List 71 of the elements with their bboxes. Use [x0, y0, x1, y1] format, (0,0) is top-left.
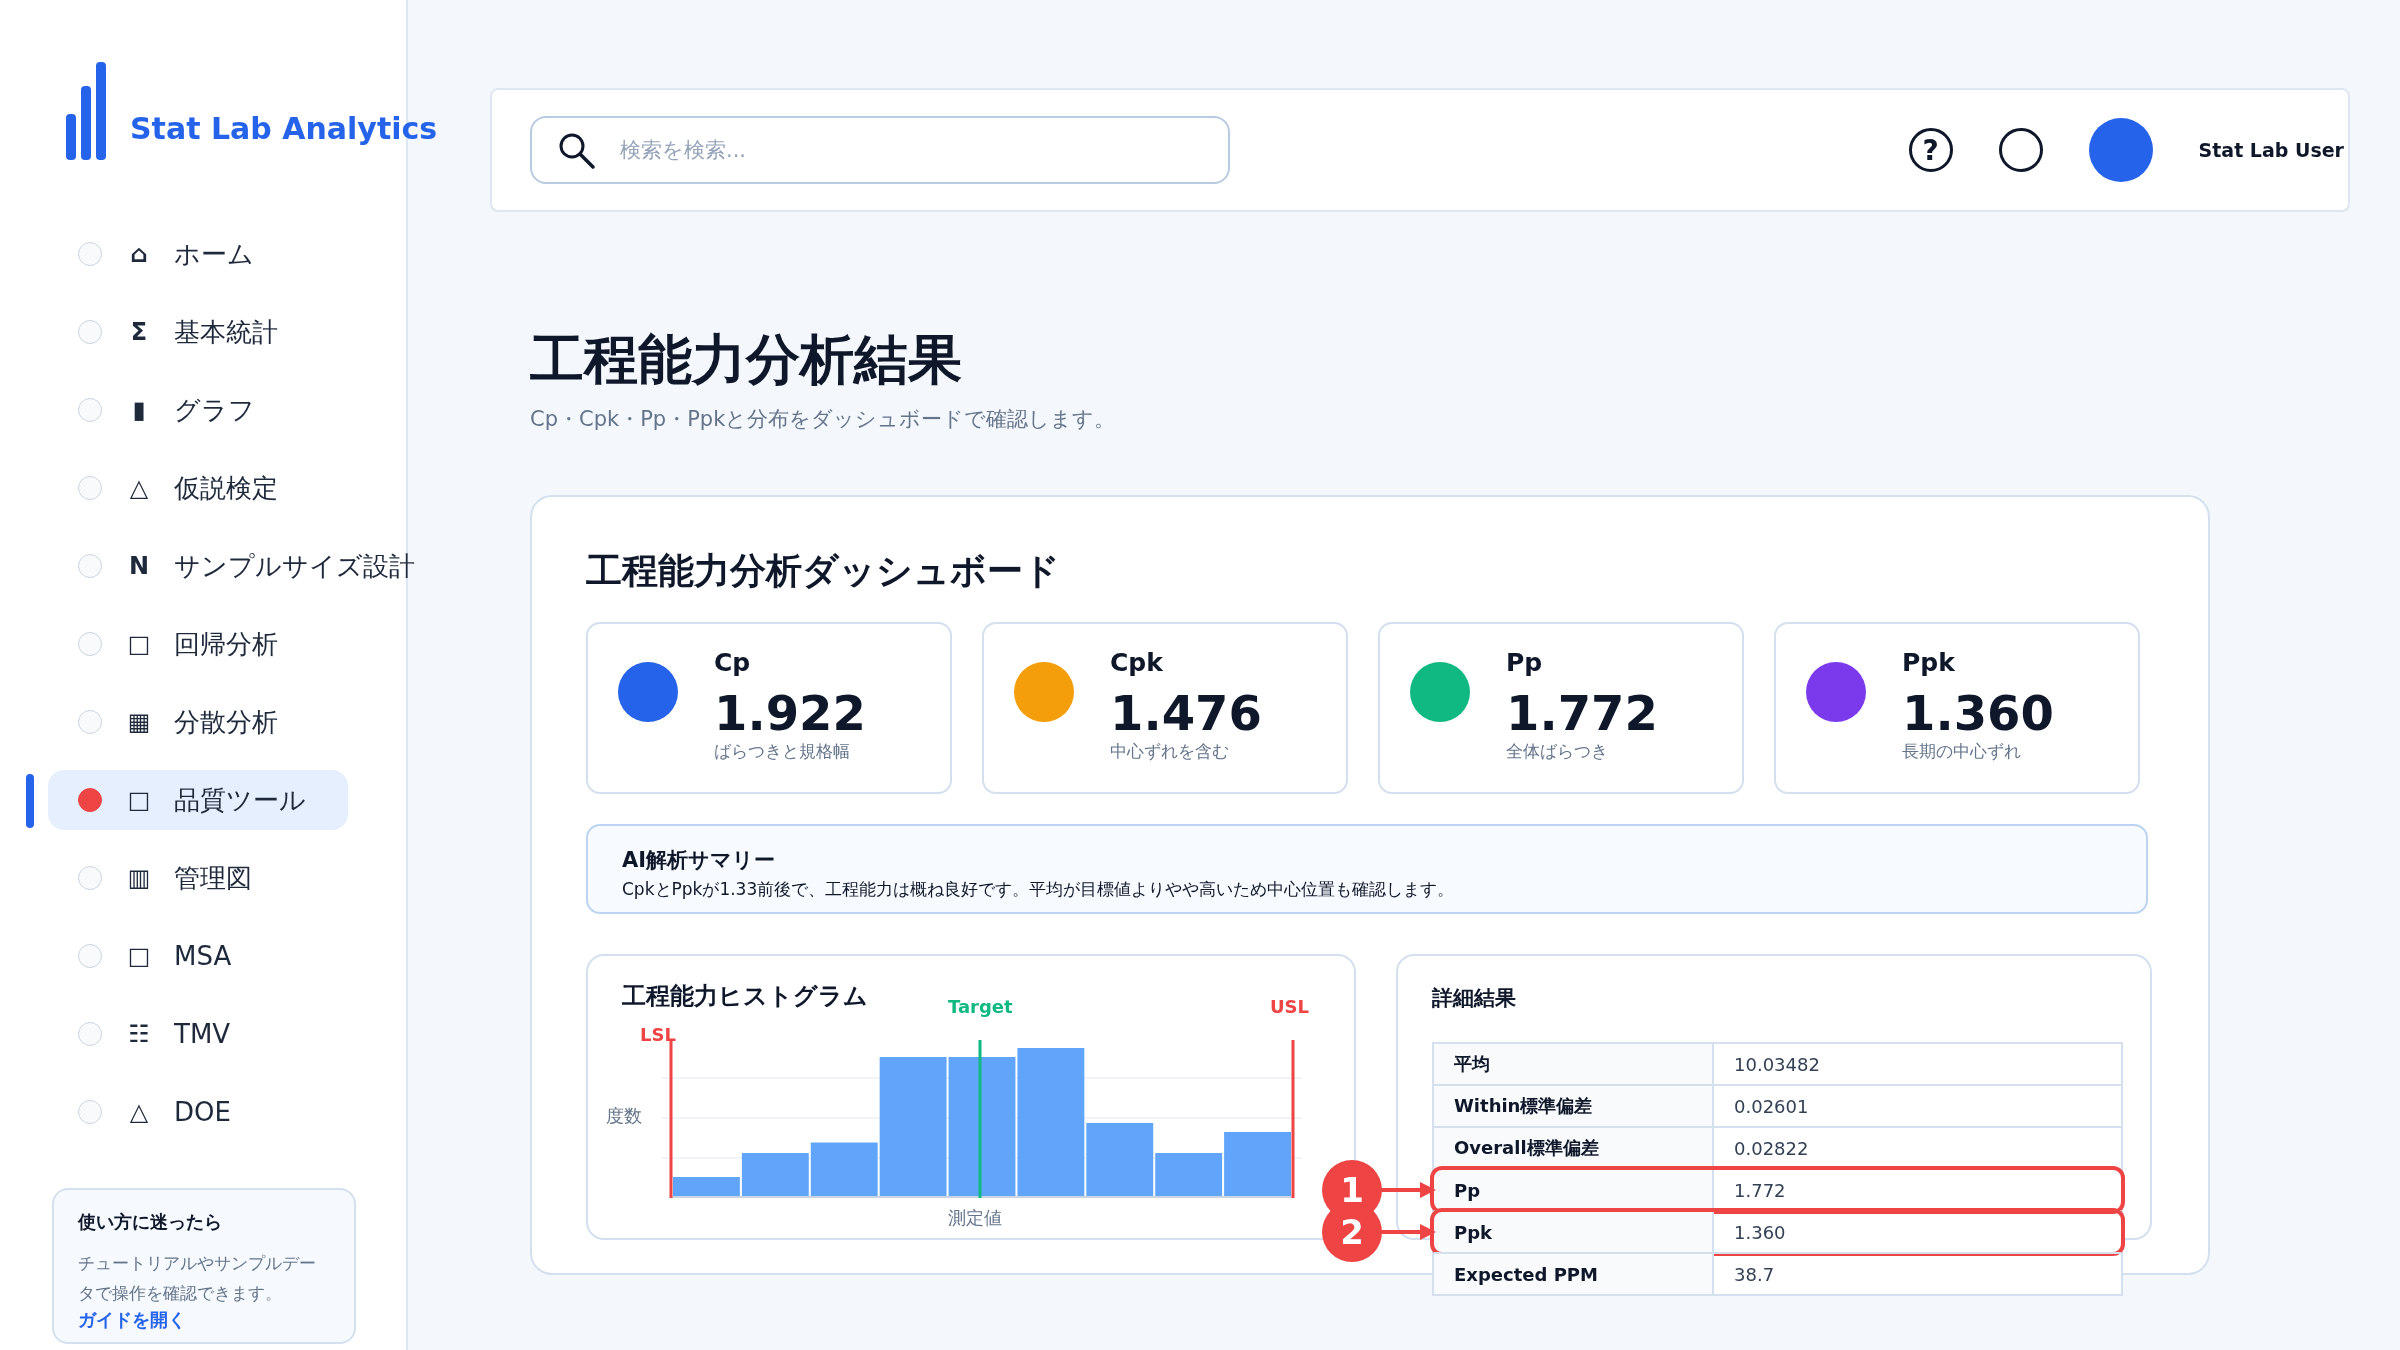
page-subtitle: Cp・Cpk・Pp・Ppkと分布をダッシュボードで確認します。	[530, 406, 1117, 433]
x-axis-label: 測定値	[948, 1206, 1002, 1230]
sidebar-item[interactable]: Σ 基本統計	[48, 302, 348, 362]
metric-caption: 長期の中心ずれ	[1902, 739, 2022, 763]
summary-title: AI解析サマリー	[622, 847, 777, 874]
table-cell-text: 1.772	[1733, 1178, 1787, 1203]
status-dot	[78, 554, 102, 578]
sidebar-item[interactable]: ▮ グラフ	[48, 380, 348, 440]
summary-text: CpkとPpkが1.33前後で、工程能力は概ね良好です。平均が目標値よりやや高いため中心位置も確認します。	[622, 878, 1456, 901]
arrow-icon	[1380, 1224, 1436, 1240]
sidebar-item[interactable]: □ MSA	[48, 926, 348, 986]
page-title: 工程能力分析結果	[530, 327, 963, 393]
usl-label: USL	[1270, 996, 1310, 1017]
app-logo-text: Stat Lab Analytics	[130, 111, 438, 146]
table-cell: Expected PPM	[1434, 1254, 1714, 1294]
status-dot	[78, 632, 102, 656]
target-label: Target	[948, 996, 1013, 1017]
search-field[interactable]: 検索を検索...	[530, 116, 1230, 184]
metric-value: 1.772	[1506, 687, 1658, 740]
status-dot	[78, 1022, 102, 1046]
metric-label: Pp	[1506, 648, 1544, 677]
status-dot	[78, 1100, 102, 1124]
table-cell: Overall標準偏差	[1434, 1128, 1714, 1168]
metric-value: 1.476	[1110, 687, 1262, 740]
circle-icon[interactable]	[1998, 128, 2043, 172]
user-name: Stat Lab User	[2198, 139, 2344, 161]
status-dot	[78, 320, 102, 344]
sidebar-item[interactable]: △ DOE	[48, 1082, 348, 1142]
metric-caption: 全体ばらつき	[1506, 739, 1609, 763]
sidebar-item[interactable]: △ 仮説検定	[48, 458, 348, 518]
table-cell: Ppk	[1434, 1212, 1714, 1252]
help-card-text: チュートリアルやサンプルデータで操作を確認できます。	[78, 1252, 317, 1305]
active-indicator	[26, 774, 34, 828]
arrow-icon	[1380, 1182, 1436, 1198]
help-button[interactable]: ?	[1908, 128, 1953, 172]
sidebar-item[interactable]: ▥ 管理図	[48, 848, 348, 908]
table-cell-text: 10.03482	[1733, 1052, 1821, 1077]
metric-caption: 中心ずれを含む	[1110, 739, 1230, 763]
metric-value: 1.360	[1902, 687, 2054, 740]
sidebar-item[interactable]: ☷ TMV	[48, 1004, 348, 1064]
table-cell-text: 38.7	[1733, 1262, 1776, 1287]
details-title: 詳細結果	[1432, 985, 1517, 1012]
status-dot	[78, 944, 102, 968]
status-dot	[78, 788, 102, 812]
bar-chart-logo-icon	[66, 62, 108, 160]
sidebar-item[interactable]: ▦ 分散分析	[48, 692, 348, 752]
metric-label: Cp	[714, 648, 752, 677]
histogram-title: 工程能力ヒストグラム	[622, 981, 868, 1012]
status-dot	[78, 866, 102, 890]
metric-value: 1.922	[714, 687, 866, 740]
metric-label: Cpk	[1110, 648, 1164, 677]
help-card-title: 使い方に迷ったら	[78, 1210, 223, 1234]
table-cell-text: 0.02822	[1733, 1136, 1810, 1161]
table-cell: Pp	[1434, 1170, 1714, 1210]
status-dot	[78, 398, 102, 422]
y-axis-label: 度数	[606, 1104, 642, 1128]
status-dot	[78, 242, 102, 266]
table-cell-text: 0.02601	[1733, 1094, 1810, 1119]
guide-link[interactable]: ガイドを開く	[78, 1309, 186, 1330]
sidebar-item[interactable]: ⌂ ホーム	[48, 224, 348, 284]
metric-label: Ppk	[1902, 648, 1956, 677]
lsl-label: LSL	[640, 1024, 676, 1045]
status-dot	[78, 476, 102, 500]
status-dot	[78, 710, 102, 734]
table-cell: Within標準偏差	[1434, 1086, 1714, 1126]
sidebar-item[interactable]: □ 回帰分析	[48, 614, 348, 674]
dashboard-title: 工程能力分析ダッシュボード	[586, 549, 1061, 593]
sidebar-item[interactable]: N サンプルサイズ設計	[48, 536, 423, 596]
table-cell: 平均	[1434, 1044, 1714, 1084]
metric-caption: ばらつきと規格幅	[714, 739, 851, 763]
table-cell-text: 1.360	[1733, 1220, 1787, 1245]
